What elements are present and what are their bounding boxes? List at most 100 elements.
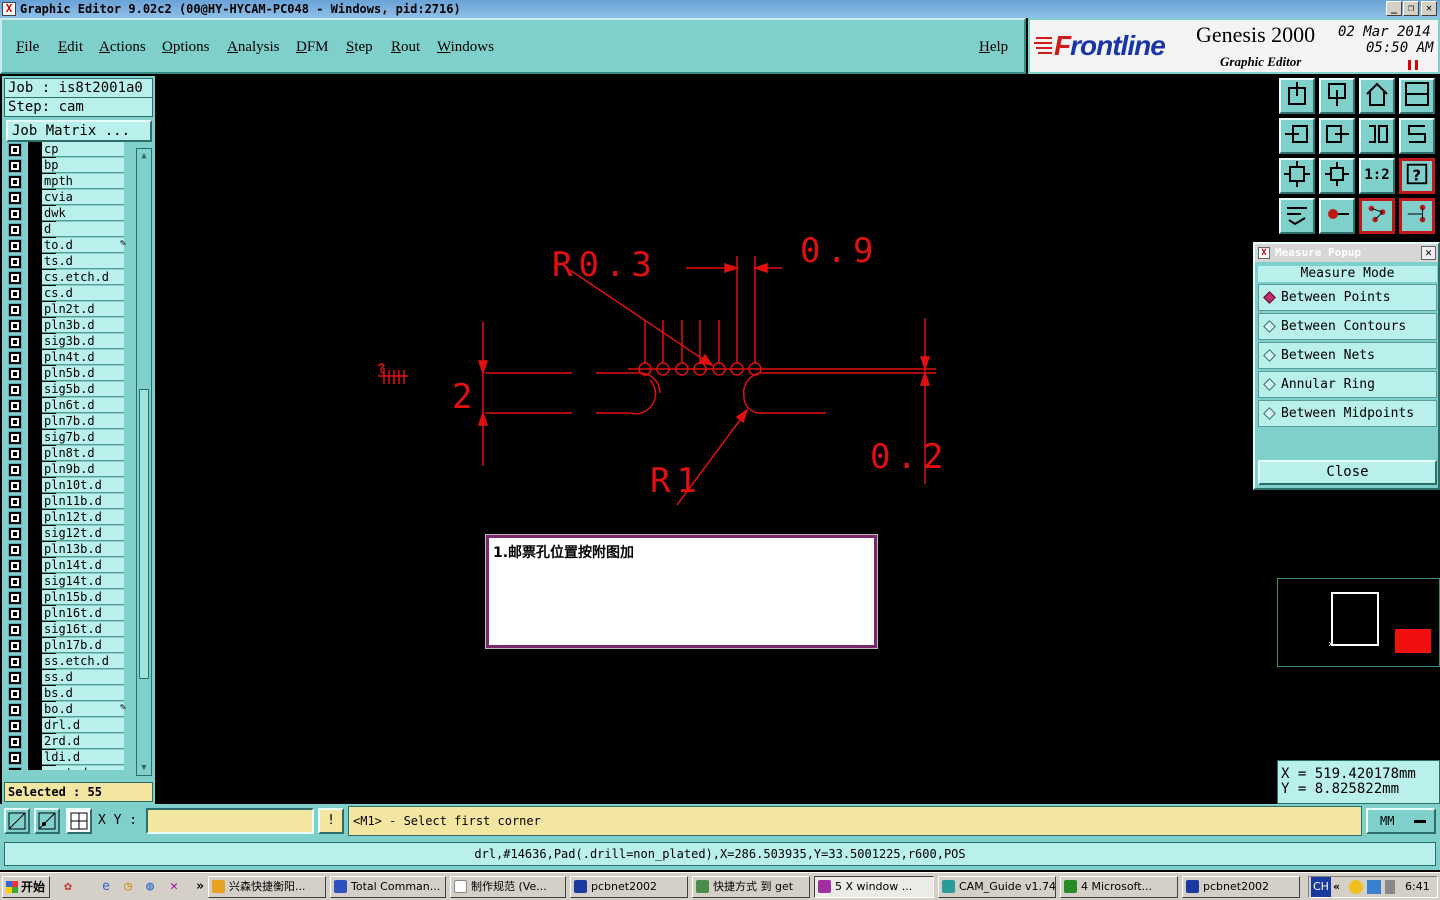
layer-row[interactable]: pln17b.d — [6, 638, 128, 654]
layer-name[interactable]: 2rd.d — [42, 734, 124, 749]
layer-checkbox[interactable] — [8, 367, 22, 381]
menu-help[interactable]: Help — [979, 39, 1008, 56]
layer-checkbox[interactable] — [8, 239, 22, 253]
xy-input[interactable] — [146, 808, 314, 834]
task-button[interactable]: pcbnet2002 — [1182, 876, 1300, 898]
layer-name[interactable]: pln17b.d — [42, 638, 124, 653]
clock[interactable]: 6:41 — [1405, 877, 1430, 897]
layer-checkbox[interactable] — [8, 143, 22, 157]
quick-launch-more-icon[interactable]: » — [192, 879, 208, 895]
layer-name[interactable]: pln5b.d — [42, 366, 124, 381]
layer-checkbox[interactable] — [8, 207, 22, 221]
layer-checkbox[interactable] — [8, 591, 22, 605]
layer-row[interactable]: dwk — [6, 206, 128, 222]
close-window-button[interactable]: ✕ — [1421, 1, 1437, 16]
layer-row[interactable]: ldi.d — [6, 750, 128, 766]
layer-checkbox[interactable] — [8, 415, 22, 429]
graphic-canvas[interactable]: R0.3 0.9 2 R1 0.2 — [157, 76, 1275, 804]
mirror-icon[interactable] — [1359, 118, 1395, 154]
menu-windows[interactable]: Windows — [437, 39, 494, 56]
netlist-icon[interactable] — [1399, 198, 1435, 234]
split-view-icon[interactable] — [1399, 78, 1435, 114]
layer-name[interactable]: sig5b.d — [42, 382, 124, 397]
start-button[interactable]: 开始 — [2, 876, 50, 898]
home-icon[interactable] — [1359, 78, 1395, 114]
layer-name[interactable]: bp — [42, 158, 124, 173]
layer-name[interactable]: pln13b.d — [42, 542, 124, 557]
job-matrix-button[interactable]: Job Matrix ... — [6, 120, 152, 142]
layer-checkbox[interactable] — [8, 527, 22, 541]
layer-checkbox[interactable] — [8, 703, 22, 717]
tray-app-icon[interactable] — [1349, 880, 1363, 894]
option-between-contours[interactable]: Between Contours — [1258, 313, 1437, 340]
menu-dfm[interactable]: DFM — [296, 39, 329, 56]
layer-row[interactable]: sig14t.d — [6, 574, 128, 590]
overview-map[interactable]: × — [1277, 578, 1440, 667]
layer-checkbox[interactable] — [8, 447, 22, 461]
measure-popup[interactable]: X Measure Popup ✕ Measure Mode Between P… — [1253, 242, 1440, 490]
close-popup-icon[interactable]: ✕ — [1421, 246, 1436, 260]
layer-name[interactable]: d — [42, 222, 124, 237]
option-between-nets[interactable]: Between Nets — [1258, 342, 1437, 369]
layer-row[interactable]: pln8t.d — [6, 446, 128, 462]
overview-viewport[interactable] — [1331, 592, 1379, 646]
layer-checkbox[interactable] — [8, 655, 22, 669]
scroll-up-icon[interactable]: ▲ — [138, 150, 150, 162]
layer-checkbox[interactable] — [8, 255, 22, 269]
layer-checkbox[interactable] — [8, 751, 22, 765]
units-selector[interactable]: MM — [1366, 808, 1436, 834]
task-button[interactable]: Total Comman... — [330, 876, 446, 898]
menu-options[interactable]: Options — [162, 39, 210, 56]
layer-checkbox[interactable] — [8, 463, 22, 477]
layer-checkbox[interactable] — [8, 559, 22, 573]
snap-mode-icon[interactable] — [34, 808, 60, 834]
layer-name[interactable]: pln6t.d — [42, 398, 124, 413]
minimize-button[interactable]: _ — [1386, 1, 1402, 16]
layer-row[interactable]: bs.d — [6, 686, 128, 702]
layer-row[interactable]: bp — [6, 158, 128, 174]
layer-name[interactable]: ss.d — [42, 670, 124, 685]
task-button-active[interactable]: 5 X window ... — [814, 876, 934, 898]
layer-checkbox[interactable] — [8, 511, 22, 525]
layer-row[interactable]: pln3b.d — [6, 318, 128, 334]
layer-row[interactable]: pln11b.d — [6, 494, 128, 510]
layer-checkbox[interactable] — [8, 607, 22, 621]
layer-row[interactable]: pln10t.d — [6, 478, 128, 494]
view-bottom-icon[interactable] — [1319, 78, 1355, 114]
layer-name[interactable]: sig14t.d — [42, 574, 124, 589]
layer-scrollbar[interactable]: ▲ ▼ — [136, 148, 152, 776]
layer-checkbox[interactable] — [8, 175, 22, 189]
layer-checkbox[interactable] — [8, 319, 22, 333]
language-indicator[interactable]: CH — [1311, 877, 1331, 897]
help-icon[interactable]: ? — [1399, 158, 1435, 194]
layer-row[interactable]: pln5b.d — [6, 366, 128, 382]
layer-name[interactable]: pln2t.d — [42, 302, 124, 317]
layer-name[interactable]: pln14t.d — [42, 558, 124, 573]
layer-row[interactable]: pln12t.d — [6, 510, 128, 526]
layer-name[interactable]: pln16t.d — [42, 606, 124, 621]
layer-checkbox[interactable] — [8, 383, 22, 397]
tray-expand-icon[interactable]: « — [1333, 877, 1340, 897]
layer-name[interactable]: drl.d — [42, 718, 124, 733]
view-top-icon[interactable] — [1279, 78, 1315, 114]
layer-row[interactable]: pln9b.d — [6, 462, 128, 478]
zoom-center-icon[interactable] — [1319, 158, 1355, 194]
layer-row[interactable]: rout.d — [6, 766, 128, 770]
layer-row[interactable]: ts.d — [6, 254, 128, 270]
app-x-icon[interactable]: X — [2, 2, 16, 16]
layer-checkbox[interactable] — [8, 575, 22, 589]
option-annular-ring[interactable]: Annular Ring — [1258, 371, 1437, 398]
layer-row[interactable]: pln16t.d — [6, 606, 128, 622]
menu-analysis[interactable]: Analysis — [227, 39, 280, 56]
layer-row[interactable]: sig16t.d — [6, 622, 128, 638]
note-box[interactable]: 1.邮票孔位置按附图加 — [486, 535, 877, 648]
layer-name[interactable]: cvia — [42, 190, 124, 205]
browser-icon[interactable]: ◍ — [142, 879, 158, 895]
layer-checkbox[interactable] — [8, 223, 22, 237]
layer-name[interactable]: cp — [42, 142, 124, 157]
close-button[interactable]: Close — [1258, 460, 1437, 485]
layer-name[interactable]: to.d — [42, 238, 124, 253]
tray-network-icon[interactable] — [1367, 880, 1381, 894]
layer-name[interactable]: dwk — [42, 206, 124, 221]
layer-checkbox[interactable] — [8, 687, 22, 701]
